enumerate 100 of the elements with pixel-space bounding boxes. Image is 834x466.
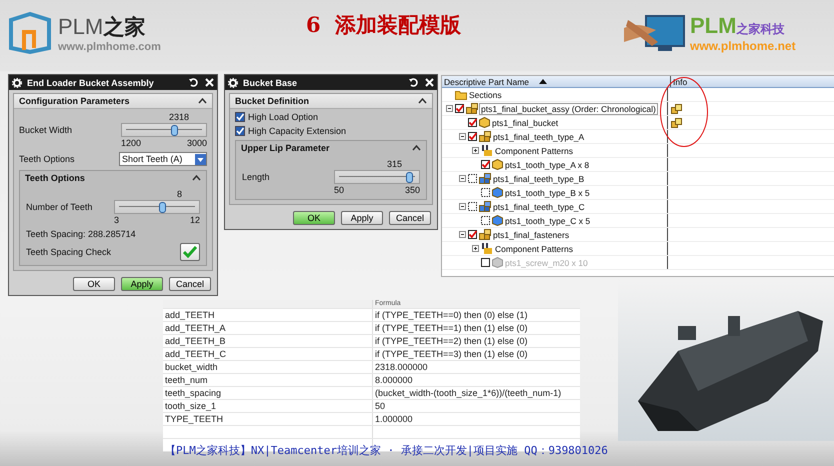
dialog-button[interactable]: OK: [293, 211, 335, 225]
assembly-icon: [479, 173, 491, 184]
checkbox[interactable]: [455, 104, 464, 113]
reset-icon[interactable]: [409, 78, 418, 87]
gear-icon[interactable]: [12, 78, 22, 88]
tree-row[interactable]: pts1_final_bucket_assy (Order: Chronological): [442, 102, 834, 116]
slider-thumb[interactable]: [159, 202, 166, 213]
table-cell-text: 8.000000: [374, 374, 414, 386]
assembly-icon: [479, 131, 491, 142]
collapse-toggle-icon[interactable]: [459, 231, 466, 238]
collapse-caret-icon[interactable]: [198, 98, 207, 104]
dialog-button[interactable]: OK: [73, 277, 115, 291]
dialog-title: Bucket Base: [243, 78, 298, 88]
table-cell-text: 50: [374, 400, 386, 412]
footer-text: 【PLM之家科技】NX|Teamcenter培训之家 · 承接二次开发|项目实施 QQ：939801026: [165, 443, 608, 458]
table-cell-text: 2318.000000: [374, 361, 429, 373]
collapse-caret-icon[interactable]: [192, 175, 201, 181]
table-cell: teeth_spacing: [163, 387, 373, 399]
checkbox[interactable]: [235, 112, 245, 122]
checkbox[interactable]: [468, 202, 477, 211]
checkbox[interactable]: [468, 230, 477, 239]
collapse-toggle-icon[interactable]: [459, 203, 466, 210]
logo-brand-chinese: 之家科技: [736, 21, 784, 38]
part-cube-icon: [479, 117, 490, 128]
hands-monitor-logo-icon: [622, 12, 686, 54]
table-cell-text: 1.000000: [374, 413, 414, 425]
gear-icon[interactable]: [228, 78, 238, 88]
table-cell-text: if (TYPE_TEETH==2) then (1) else (0): [374, 335, 529, 347]
expand-toggle-icon[interactable]: [472, 147, 479, 154]
slider-track[interactable]: [121, 123, 207, 137]
slide-title: 6 添加装配模版: [305, 11, 462, 39]
collapse-caret-icon[interactable]: [412, 145, 421, 151]
logo-brand-text: PLM: [58, 14, 104, 40]
tree-row[interactable]: Component Patterns: [442, 242, 834, 256]
collapse-toggle-icon[interactable]: [459, 133, 466, 140]
slider-label: Bucket Width: [19, 125, 72, 135]
table-cell-text: if (TYPE_TEETH==3) then (1) else (0): [374, 348, 529, 360]
column-header[interactable]: Descriptive Part Name: [442, 76, 671, 87]
slider-track[interactable]: [114, 200, 200, 214]
collapse-caret-icon[interactable]: [418, 98, 427, 104]
checkbox[interactable]: [468, 132, 477, 141]
checkbox[interactable]: [235, 126, 245, 136]
slider-value: 8: [176, 189, 183, 199]
dialog-button[interactable]: Apply: [341, 211, 383, 225]
house-logo-icon: [8, 12, 52, 54]
slider-value: 2318: [168, 112, 190, 122]
sort-arrow-icon: [539, 79, 548, 84]
collapse-toggle-icon[interactable]: [446, 105, 453, 112]
pattern-icon: [481, 243, 493, 254]
table-cell-text: if (TYPE_TEETH==0) then (0) else (1): [374, 309, 529, 321]
checkmark-icon: [183, 246, 197, 258]
check-button[interactable]: [180, 243, 200, 261]
assembly-icon: [479, 229, 491, 240]
checkbox[interactable]: [481, 216, 490, 225]
checkbox[interactable]: [481, 188, 490, 197]
section-title: Configuration Parameters: [19, 96, 130, 106]
table-cell: add_TEETH_B: [163, 335, 373, 347]
close-icon[interactable]: [425, 78, 434, 87]
tree-row[interactable]: pts1_final_bucket: [442, 116, 834, 130]
part-cube-icon: [492, 187, 503, 198]
slider-min: 1200: [121, 138, 142, 148]
teeth-dropdown[interactable]: Short Teeth (A): [119, 152, 207, 166]
slider-thumb[interactable]: [406, 172, 413, 183]
slider-track[interactable]: [334, 170, 420, 184]
reset-icon[interactable]: [189, 78, 198, 87]
tree-row[interactable]: pts1_final_fasteners: [442, 228, 834, 242]
slider-thumb[interactable]: [171, 125, 178, 136]
part-cube-icon: [492, 159, 503, 170]
checkbox[interactable]: [468, 174, 477, 183]
table-cell: TYPE_TEETH: [163, 413, 373, 425]
group-title: Teeth Options: [25, 173, 85, 183]
collapse-toggle-icon[interactable]: [459, 175, 466, 182]
tree-row[interactable]: pts1_tooth_type_A x 8: [442, 158, 834, 172]
slider-min: 3: [114, 215, 120, 225]
tree-row[interactable]: pts1_tooth_type_C x 5: [442, 214, 834, 228]
expand-toggle-icon[interactable]: [472, 245, 479, 252]
tree-row[interactable]: pts1_final_teeth_type_A: [442, 130, 834, 144]
table-cell: tooth_size_1: [163, 400, 373, 412]
tree-row[interactable]: Sections: [442, 88, 834, 102]
tree-row[interactable]: pts1_final_teeth_type_B: [442, 172, 834, 186]
part-cube-icon: [492, 215, 503, 226]
tree-row[interactable]: pts1_tooth_type_B x 5: [442, 186, 834, 200]
dialog-button[interactable]: Cancel: [169, 277, 211, 291]
column-header[interactable]: Info: [671, 76, 834, 87]
tree-row[interactable]: pts1_final_teeth_type_C: [442, 200, 834, 214]
part-cube-icon: [492, 257, 503, 268]
checkbox[interactable]: [481, 160, 490, 169]
logo-url: www.plmhome.com: [58, 41, 161, 53]
table-cell-text: (bucket_width-(tooth_size_1*6))/(teeth_num-1): [374, 387, 562, 399]
slider-label: Number of Teeth: [26, 202, 92, 212]
close-icon[interactable]: [205, 78, 214, 87]
tree-row[interactable]: Component Patterns: [442, 144, 834, 158]
checkbox-label[interactable]: High Load Option: [248, 112, 318, 122]
assembly-icon: [466, 103, 478, 114]
checkbox[interactable]: [468, 118, 477, 127]
slider-max: 12: [190, 215, 200, 225]
assembly-icon: [479, 201, 491, 212]
dialog-button[interactable]: Apply: [121, 277, 163, 291]
checkbox-label[interactable]: High Capacity Extension: [248, 126, 346, 136]
dialog-button[interactable]: Cancel: [389, 211, 431, 225]
